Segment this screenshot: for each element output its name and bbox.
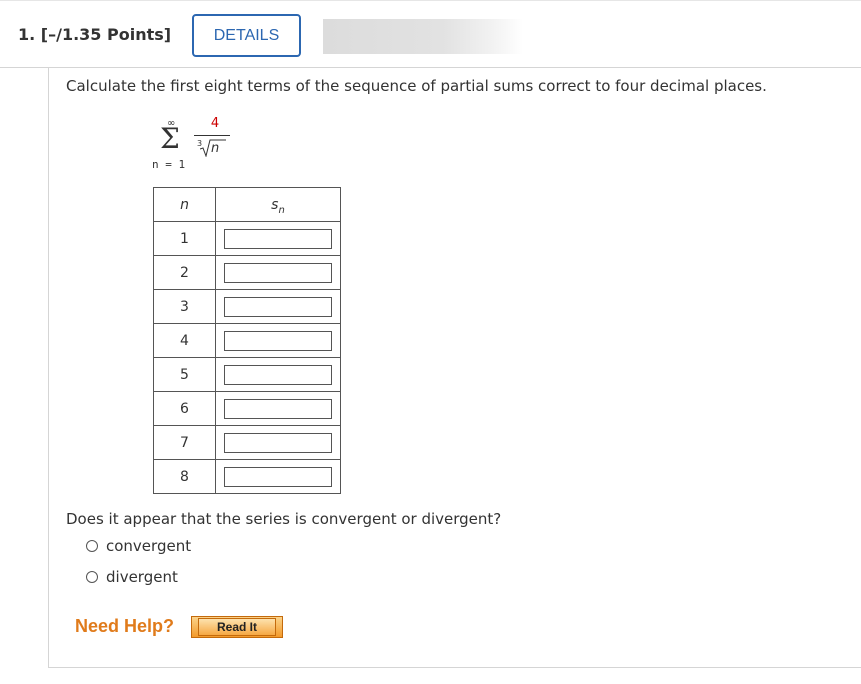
- option-divergent[interactable]: divergent: [86, 568, 178, 586]
- table-row: 7: [153, 425, 341, 460]
- numerator: 4: [210, 116, 220, 131]
- option-divergent-label: divergent: [106, 568, 178, 586]
- question-points-label: 1. [–/1.35 Points]: [18, 25, 172, 44]
- row-n-value: 1: [153, 221, 216, 256]
- radio-divergent[interactable]: [86, 571, 98, 583]
- details-button[interactable]: DETAILS: [192, 14, 301, 57]
- radicand: n: [211, 141, 220, 156]
- table-row: 1: [153, 221, 341, 256]
- table-row: 8: [153, 459, 341, 494]
- row-sn-cell: [215, 459, 341, 494]
- row-sn-cell: [215, 323, 341, 358]
- row-n-value: 8: [153, 459, 216, 494]
- header-n: n: [153, 187, 216, 222]
- header-s-subscript: n: [278, 204, 285, 216]
- row-n-value: 6: [153, 391, 216, 426]
- option-convergent[interactable]: convergent: [86, 537, 191, 555]
- radio-convergent[interactable]: [86, 540, 98, 552]
- question-header: 1. [–/1.35 Points] DETAILS: [0, 0, 861, 68]
- table-row: 4: [153, 323, 341, 358]
- table-row: 3: [153, 289, 341, 324]
- table-row: 2: [153, 255, 341, 290]
- sn-answer-input[interactable]: [224, 228, 332, 249]
- read-it-label: Read It: [197, 618, 276, 636]
- option-convergent-label: convergent: [106, 537, 192, 555]
- lower-limit: n = 1: [152, 158, 186, 171]
- read-it-button[interactable]: Read It: [191, 616, 283, 638]
- convergence-prompt: Does it appear that the series is conver…: [66, 510, 502, 528]
- row-sn-cell: [215, 289, 341, 324]
- fraction-bar: [194, 135, 230, 136]
- sn-answer-input[interactable]: [224, 330, 332, 351]
- row-n-value: 3: [153, 289, 216, 324]
- sn-answer-input[interactable]: [224, 398, 332, 419]
- sn-answer-input[interactable]: [224, 466, 332, 487]
- row-n-value: 2: [153, 255, 216, 290]
- sn-answer-input[interactable]: [224, 432, 332, 453]
- sn-answer-input[interactable]: [224, 296, 332, 317]
- table-row: 6: [153, 391, 341, 426]
- need-help-label: Need Help?: [75, 616, 175, 636]
- row-n-value: 5: [153, 357, 216, 392]
- sn-answer-input[interactable]: [224, 364, 332, 385]
- sn-answer-input[interactable]: [224, 262, 332, 283]
- series-expression: ∞ Σ n = 1 4 3 n: [150, 116, 250, 176]
- row-sn-cell: [215, 391, 341, 426]
- question-prompt: Calculate the first eight terms of the s…: [66, 77, 767, 95]
- sigma-icon: Σ: [160, 122, 180, 155]
- partial-sums-table: n sn 12345678: [153, 187, 341, 494]
- table-row: 5: [153, 357, 341, 392]
- row-n-value: 7: [153, 425, 216, 460]
- row-sn-cell: [215, 255, 341, 290]
- row-sn-cell: [215, 221, 341, 256]
- row-n-value: 4: [153, 323, 216, 358]
- row-sn-cell: [215, 425, 341, 460]
- header-sn: sn: [215, 187, 341, 222]
- table-header-row: n sn: [153, 187, 341, 222]
- redacted-area: [323, 19, 523, 54]
- row-sn-cell: [215, 357, 341, 392]
